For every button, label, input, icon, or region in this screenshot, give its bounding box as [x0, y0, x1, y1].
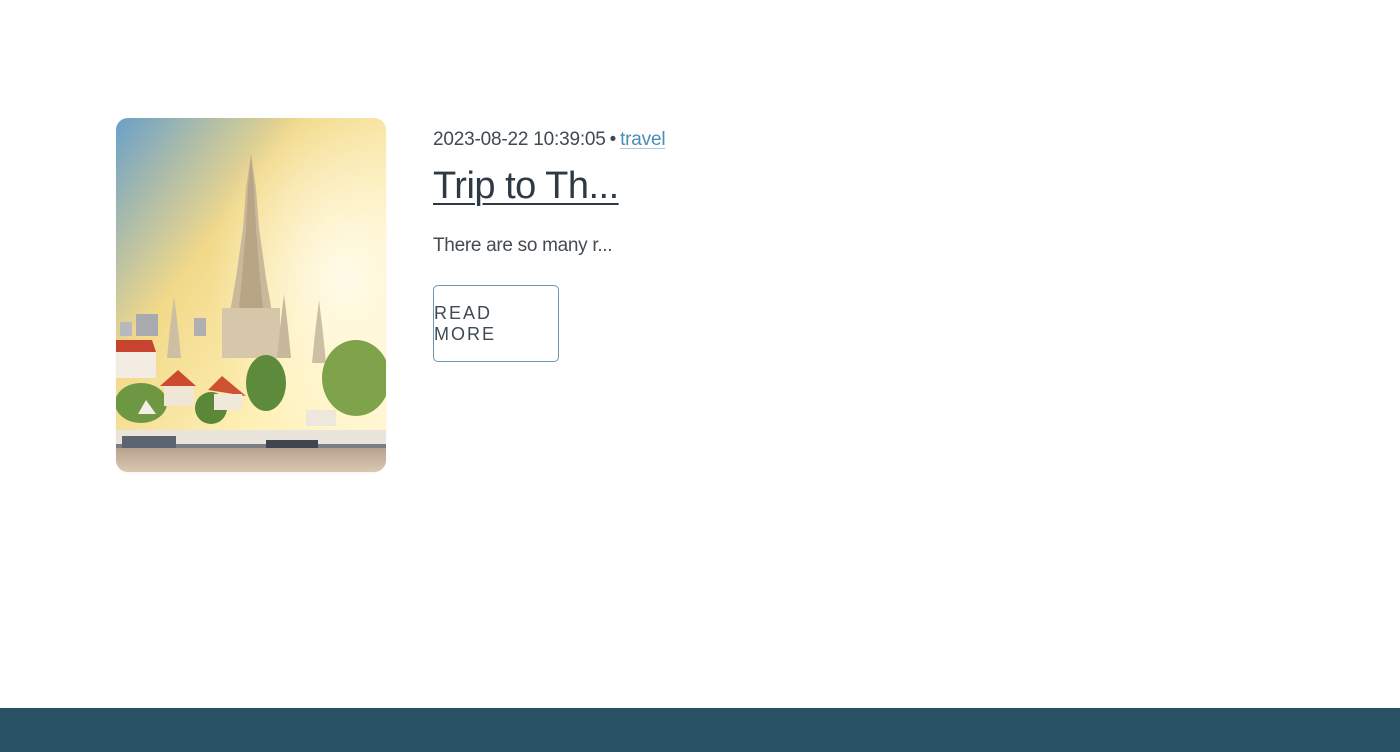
read-more-button[interactable]: READ MORE: [433, 285, 559, 362]
post-card: 2023-08-22 10:39:05 • travel Trip to Th...…: [116, 118, 666, 472]
footer-bar: [0, 708, 1400, 752]
post-date: 2023-08-22 10:39:05: [433, 129, 606, 150]
post-body: 2023-08-22 10:39:05 • travel Trip to Th...…: [433, 118, 666, 362]
category-link[interactable]: travel: [620, 129, 665, 150]
meta-separator: •: [609, 129, 617, 150]
temple-image: [116, 118, 386, 472]
post-excerpt: There are so many r...: [433, 235, 613, 256]
post-title-link[interactable]: Trip to Th...: [433, 163, 619, 209]
post-meta: 2023-08-22 10:39:05 • travel: [433, 125, 666, 155]
page: 2023-08-22 10:39:05 • travel Trip to Th...…: [0, 0, 1400, 752]
post-thumbnail[interactable]: [116, 118, 386, 472]
